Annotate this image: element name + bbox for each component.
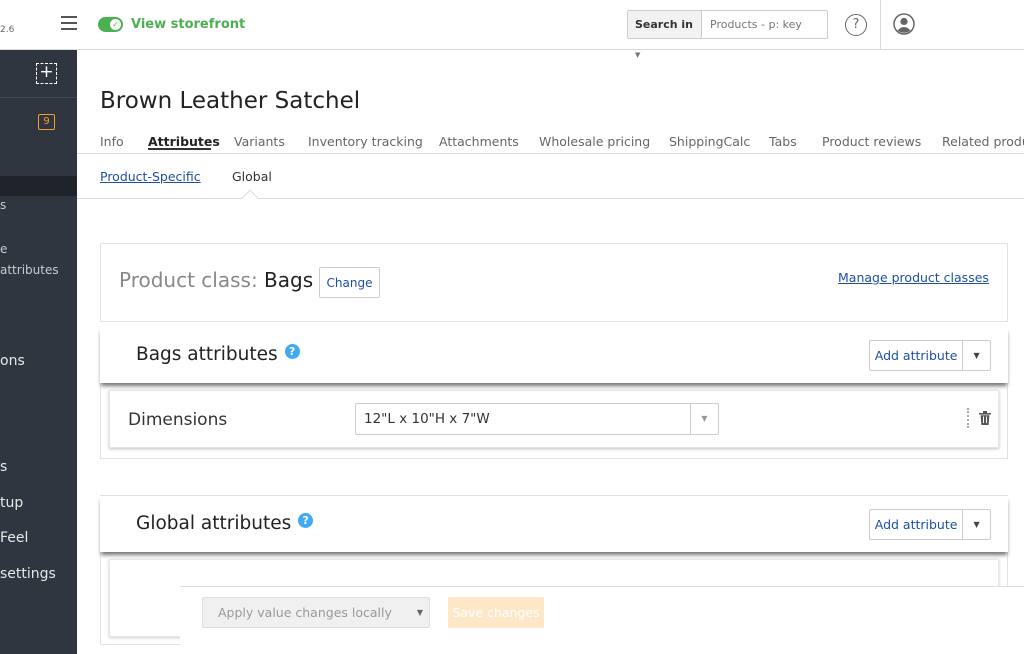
attribute-value-select[interactable]: 12"L x 10"H x 7"W ▼ bbox=[355, 403, 719, 435]
plus-icon[interactable]: + bbox=[36, 63, 57, 84]
sidebar-item[interactable]: Feel bbox=[0, 530, 28, 546]
bottom-action-bar: Apply value changes locally ▼ Save chang… bbox=[180, 586, 1024, 654]
add-attribute-split-button: Add attribute ▼ bbox=[869, 340, 991, 371]
caret-down-icon: ▼ bbox=[416, 608, 423, 617]
active-subtab-pointer bbox=[241, 189, 259, 207]
sidebar-item-settings[interactable]: settings bbox=[0, 566, 56, 582]
sidebar-item[interactable]: s bbox=[0, 459, 7, 475]
global-attributes-title: Global attributes bbox=[136, 513, 292, 534]
subtab-global[interactable]: Global bbox=[232, 169, 272, 184]
search-input[interactable] bbox=[702, 11, 826, 38]
info-icon[interactable]: ? bbox=[298, 513, 314, 528]
sidebar-divider bbox=[0, 97, 77, 98]
bags-attributes-title: Bags attributes bbox=[136, 344, 278, 365]
tab-related-products[interactable]: Related produ bbox=[942, 134, 1024, 149]
manage-product-classes-link[interactable]: Manage product classes bbox=[838, 270, 989, 285]
save-changes-button[interactable]: Save changes bbox=[448, 597, 544, 628]
tab-product-reviews[interactable]: Product reviews bbox=[822, 134, 921, 149]
product-class-value: Bags bbox=[264, 268, 314, 292]
top-bar: 2.6 ✓ View storefront Search in ▼ ? bbox=[0, 0, 1024, 59]
tab-wholesale-pricing[interactable]: Wholesale pricing bbox=[539, 134, 650, 149]
add-attribute-split-button: Add attribute ▼ bbox=[869, 509, 991, 540]
change-class-button[interactable]: Change bbox=[319, 267, 380, 298]
sidebar-active-item[interactable] bbox=[0, 176, 77, 196]
search-in-dropdown[interactable]: Search in ▼ bbox=[628, 11, 702, 59]
sidebar-item[interactable]: tup bbox=[0, 495, 23, 511]
sidebar: + 9 s e attributes ons s tup Feel settin… bbox=[0, 50, 77, 654]
caret-down-icon[interactable]: ▼ bbox=[963, 341, 990, 370]
sidebar-item[interactable]: e bbox=[0, 242, 7, 256]
tabs-divider bbox=[77, 153, 1024, 154]
caret-down-icon: ▼ bbox=[635, 51, 641, 59]
tab-tabs[interactable]: Tabs bbox=[769, 134, 797, 149]
info-icon[interactable]: ? bbox=[284, 344, 300, 359]
notification-badge[interactable]: 9 bbox=[38, 114, 55, 130]
attribute-value[interactable]: 12"L x 10"H x 7"W bbox=[356, 404, 690, 434]
check-icon: ✓ bbox=[110, 19, 121, 30]
bags-attributes-header: Bags attributes? Add attribute ▼ bbox=[100, 327, 1008, 383]
add-attribute-button[interactable]: Add attribute bbox=[870, 341, 964, 370]
sidebar-item[interactable]: s bbox=[0, 198, 6, 212]
product-class-label: Product class: Bags bbox=[119, 268, 313, 292]
section-title: Global attributes? bbox=[136, 513, 314, 534]
tab-variants[interactable]: Variants bbox=[234, 134, 285, 149]
search-in-label: Search in bbox=[635, 18, 694, 31]
user-avatar-icon[interactable] bbox=[893, 13, 915, 35]
add-attribute-button[interactable]: Add attribute bbox=[870, 510, 964, 539]
attribute-name: Dimensions bbox=[128, 410, 228, 430]
sidebar-item[interactable]: ons bbox=[0, 353, 25, 369]
active-tab-indicator bbox=[148, 148, 211, 150]
version-label: 2.6 bbox=[0, 25, 15, 35]
tab-attributes[interactable]: Attributes bbox=[148, 134, 220, 149]
attribute-row: Dimensions 12"L x 10"H x 7"W ▼ bbox=[109, 390, 999, 448]
caret-down-icon[interactable]: ▼ bbox=[690, 404, 718, 434]
trash-icon[interactable] bbox=[979, 411, 991, 425]
view-storefront-link[interactable]: View storefront bbox=[131, 17, 245, 32]
caret-down-icon[interactable]: ▼ bbox=[963, 510, 990, 539]
help-icon[interactable]: ? bbox=[845, 14, 867, 36]
apply-changes-label: Apply value changes locally bbox=[218, 605, 392, 620]
tab-info[interactable]: Info bbox=[100, 134, 124, 149]
product-class-label-text: Product class: bbox=[119, 268, 258, 292]
section-title: Bags attributes? bbox=[136, 344, 300, 365]
subtabs-divider bbox=[77, 198, 1024, 199]
divider bbox=[880, 0, 881, 50]
tab-inventory-tracking[interactable]: Inventory tracking bbox=[308, 134, 423, 149]
apply-changes-select[interactable]: Apply value changes locally ▼ bbox=[202, 597, 430, 628]
drag-handle-icon[interactable] bbox=[967, 408, 970, 428]
tab-shippingcalc[interactable]: ShippingCalc bbox=[669, 134, 750, 149]
subtab-product-specific[interactable]: Product-Specific bbox=[100, 169, 201, 184]
storefront-toggle[interactable]: ✓ bbox=[98, 17, 123, 32]
hamburger-icon[interactable] bbox=[61, 16, 77, 30]
global-attributes-header: Global attributes? Add attribute ▼ bbox=[100, 496, 1008, 552]
sidebar-item-attributes[interactable]: attributes bbox=[0, 263, 59, 277]
tab-attachments[interactable]: Attachments bbox=[439, 134, 519, 149]
search-box: Search in ▼ bbox=[627, 10, 828, 59]
page-title: Brown Leather Satchel bbox=[100, 88, 361, 114]
